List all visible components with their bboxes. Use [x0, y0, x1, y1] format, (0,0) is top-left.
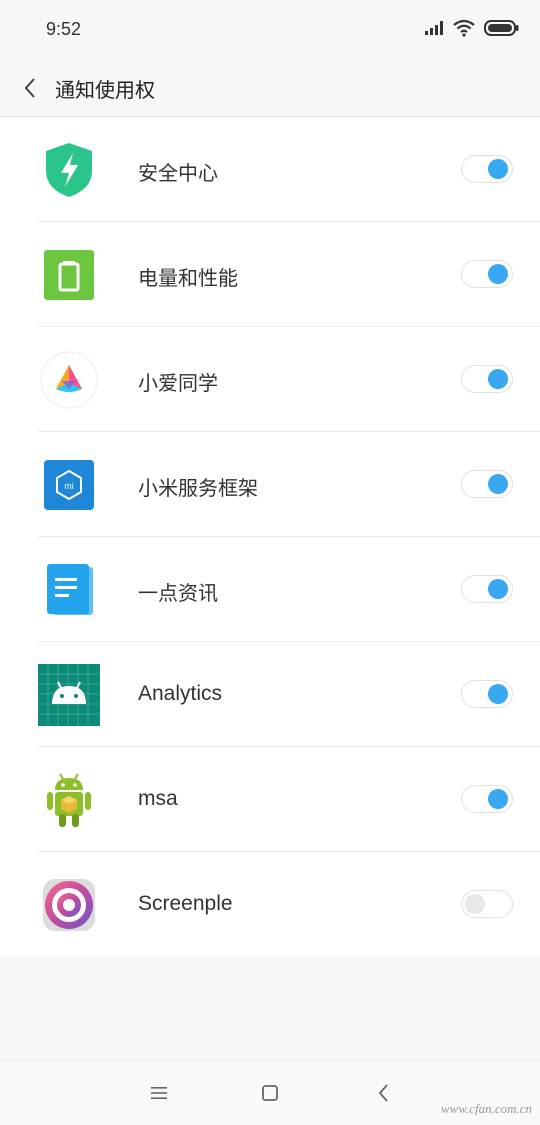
list-item: mi 小米服务框架: [0, 432, 540, 537]
toggle-knob: [488, 264, 508, 284]
back-icon: [378, 1084, 388, 1102]
toggle-knob: [488, 474, 508, 494]
toggle-knob: [488, 579, 508, 599]
notification-toggle[interactable]: [461, 470, 513, 498]
header: 通知使用权: [0, 60, 540, 117]
app-name: msa: [138, 787, 178, 810]
screenple-icon: [38, 874, 100, 936]
list-item: 小爱同学: [0, 327, 540, 432]
status-time: 9:52: [46, 19, 82, 39]
battery-status-icon: [484, 19, 520, 41]
app-name: Screenple: [138, 892, 233, 915]
toggle-knob: [488, 684, 508, 704]
app-name: 电量和性能: [138, 266, 238, 290]
app-list: 安全中心 电量和性能 小爱同学 mi 小米服务框架 一点资讯 Analytics…: [0, 117, 540, 956]
notification-toggle[interactable]: [461, 785, 513, 813]
home-button[interactable]: [256, 1081, 284, 1105]
menu-button[interactable]: [145, 1081, 173, 1105]
signal-icon: [424, 20, 444, 40]
app-name: 安全中心: [138, 161, 218, 185]
notification-toggle[interactable]: [461, 890, 513, 918]
page-title: 通知使用权: [55, 78, 155, 102]
home-icon: [262, 1085, 278, 1101]
toggle-knob: [465, 894, 485, 914]
menu-icon: [151, 1087, 167, 1099]
toggle-knob: [488, 789, 508, 809]
svg-text:mi: mi: [64, 481, 74, 491]
watermark: www.cfan.com.cn: [440, 1101, 532, 1116]
navigation-bar: www.cfan.com.cn: [0, 1060, 540, 1125]
app-name: 一点资讯: [138, 581, 218, 605]
notification-toggle[interactable]: [461, 155, 513, 183]
toggle-knob: [488, 159, 508, 179]
document-icon: [38, 559, 100, 621]
toggle-knob: [488, 369, 508, 389]
android-icon: [38, 664, 100, 726]
battery-icon: [38, 244, 100, 306]
security-shield-icon: [38, 139, 100, 201]
list-item: Analytics: [0, 642, 540, 747]
list-item: 一点资讯: [0, 537, 540, 642]
app-name: 小爱同学: [138, 371, 218, 395]
nav-back-button[interactable]: [370, 1081, 398, 1105]
mi-service-icon: mi: [38, 454, 100, 516]
status-icons: [424, 19, 520, 41]
app-name: 小米服务框架: [138, 476, 258, 500]
xiaoai-icon: [38, 349, 100, 411]
wifi-icon: [452, 19, 476, 41]
notification-toggle[interactable]: [461, 575, 513, 603]
list-item: 电量和性能: [0, 222, 540, 327]
back-button[interactable]: [14, 72, 46, 104]
android-robot-icon: [38, 769, 100, 831]
notification-toggle[interactable]: [461, 680, 513, 708]
status-bar: 9:52: [0, 0, 540, 60]
list-item: msa: [0, 747, 540, 852]
app-name: Analytics: [138, 682, 223, 705]
list-item: 安全中心: [0, 117, 540, 222]
back-arrow-icon: [24, 78, 35, 98]
list-item: Screenple: [0, 852, 540, 957]
notification-toggle[interactable]: [461, 260, 513, 288]
notification-toggle[interactable]: [461, 365, 513, 393]
